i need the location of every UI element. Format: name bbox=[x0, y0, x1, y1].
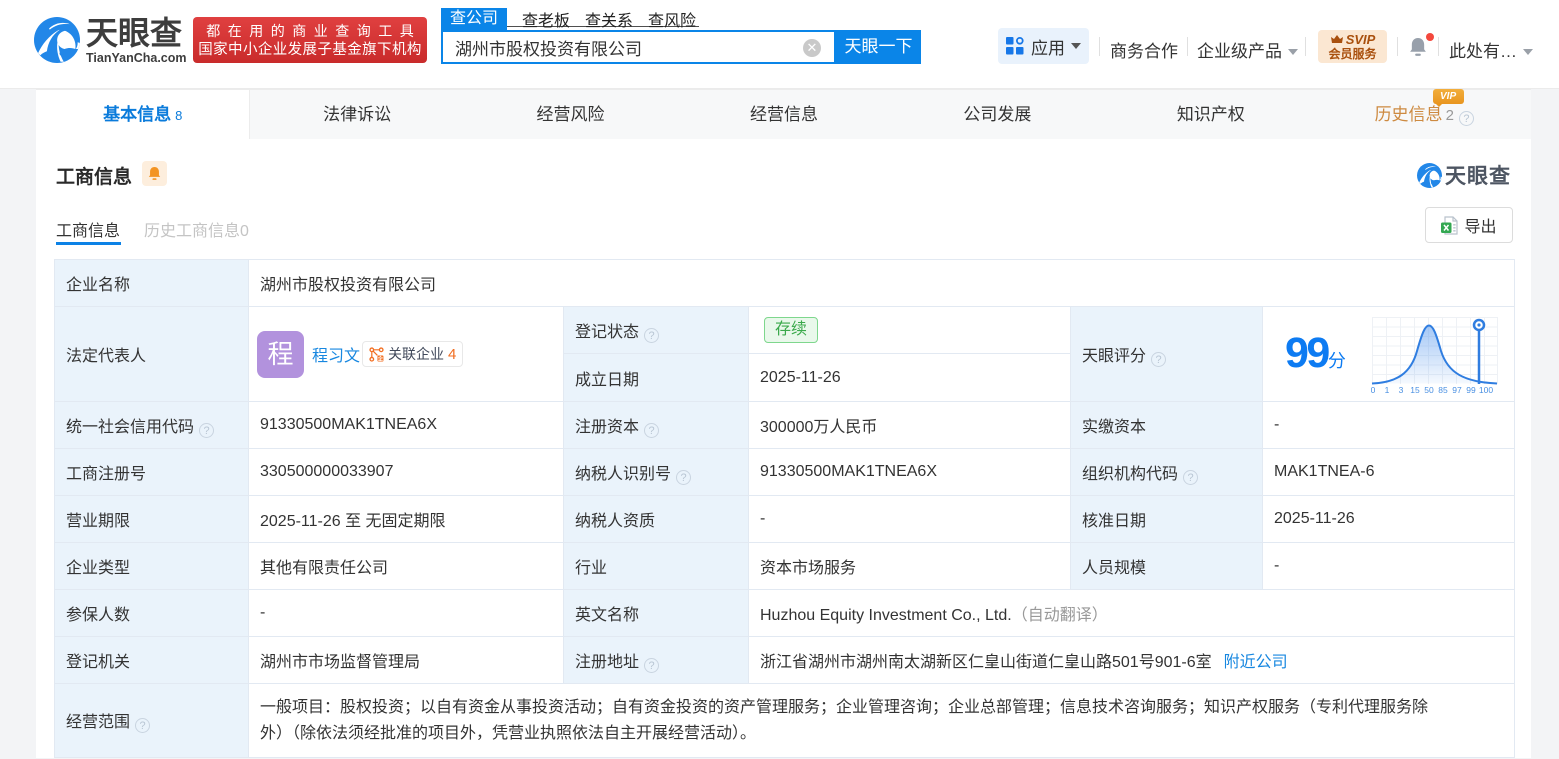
svg-text:3: 3 bbox=[1399, 385, 1404, 395]
svg-text:0: 0 bbox=[1371, 385, 1376, 395]
svg-text:15: 15 bbox=[1410, 385, 1420, 395]
svg-text:100: 100 bbox=[1479, 385, 1493, 395]
svg-text:1: 1 bbox=[1385, 385, 1390, 395]
svg-text:97: 97 bbox=[1452, 385, 1462, 395]
svg-text:50: 50 bbox=[1424, 385, 1434, 395]
svg-text:85: 85 bbox=[1438, 385, 1448, 395]
svg-text:企: 企 bbox=[377, 354, 384, 362]
svg-text:99: 99 bbox=[1466, 385, 1476, 395]
